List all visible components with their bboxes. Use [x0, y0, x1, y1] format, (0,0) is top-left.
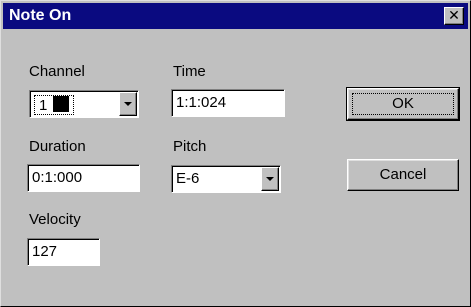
dialog-title: Note On [9, 7, 72, 24]
title-bar[interactable]: Note On ✕ [3, 3, 468, 29]
pitch-value: E-6 [176, 170, 200, 187]
ok-button[interactable]: OK [346, 87, 460, 121]
cancel-button[interactable]: Cancel [347, 159, 459, 191]
channel-select[interactable]: 1 [29, 90, 139, 118]
channel-value: 1 [39, 97, 48, 114]
velocity-label: Velocity [29, 211, 81, 228]
velocity-input[interactable]: 127 [27, 238, 100, 266]
time-label: Time [173, 63, 206, 80]
ok-button-label: OK [352, 93, 454, 115]
duration-input[interactable]: 0:1:000 [27, 164, 140, 192]
chevron-down-icon[interactable] [261, 167, 279, 191]
chevron-down-icon[interactable] [119, 92, 137, 116]
time-input[interactable]: 1:1:024 [171, 89, 285, 117]
note-on-dialog: Note On ✕ Channel 1 Time 1:1:024 Duratio… [0, 0, 471, 307]
duration-label: Duration [29, 138, 86, 155]
close-icon[interactable]: ✕ [444, 7, 464, 25]
pitch-select[interactable]: E-6 [171, 165, 281, 193]
channel-selected-item: 1 [34, 95, 75, 115]
pitch-label: Pitch [173, 138, 207, 155]
channel-color-swatch [53, 96, 70, 112]
channel-label: Channel [29, 63, 85, 80]
